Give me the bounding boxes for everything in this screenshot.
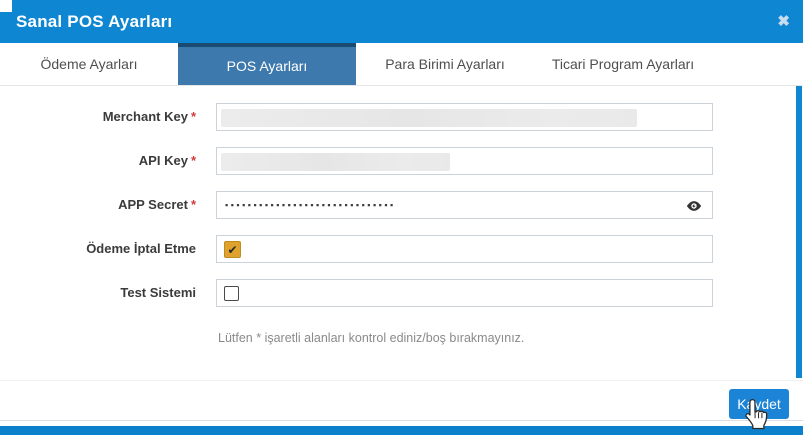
odeme-iptal-etme-label: Ödeme İptal Etme — [86, 241, 196, 256]
test-sistemi-checkbox[interactable] — [224, 286, 239, 301]
modal-header: Sanal POS Ayarları ✖ — [0, 0, 803, 43]
app-secret-row: APP Secret * ▪▪▪▪▪▪▪▪▪▪▪▪▪▪▪▪▪▪▪▪▪▪▪▪▪▪▪▪… — [0, 191, 803, 219]
check-icon: ✔ — [227, 243, 238, 257]
app-secret-label-text: APP Secret — [118, 197, 188, 212]
page-bottom-bar — [0, 426, 803, 435]
merchant-key-label-text: Merchant Key — [102, 109, 188, 124]
close-icon[interactable]: ✖ — [777, 0, 790, 43]
odeme-iptal-etme-checkbox[interactable]: ✔ — [224, 241, 241, 258]
sanal-pos-settings-modal: Sanal POS Ayarları ✖ Ödeme Ayarları POS … — [0, 0, 803, 435]
merchant-key-row: Merchant Key * — [0, 103, 803, 131]
tab-ticari-program-ayarlari[interactable]: Ticari Program Ayarları — [534, 43, 712, 85]
test-sistemi-label: Test Sistemi — [120, 285, 196, 300]
required-mark: * — [190, 153, 196, 168]
merchant-key-input[interactable] — [216, 103, 713, 131]
app-secret-label: APP Secret * — [0, 191, 196, 219]
required-mark: * — [190, 109, 196, 124]
test-sistemi-field — [216, 279, 713, 307]
form-note: Lütfen * işaretli alanları kontrol edini… — [218, 331, 525, 345]
odeme-iptal-etme-field: ✔ — [216, 235, 713, 263]
scrollbar-thumb[interactable] — [796, 86, 802, 378]
test-sistemi-row: Test Sistemi — [0, 279, 803, 307]
api-key-label: API Key * — [0, 147, 196, 175]
api-key-input[interactable] — [216, 147, 713, 175]
footer-divider — [0, 380, 803, 381]
merchant-key-label: Merchant Key * — [0, 103, 196, 131]
modal-bottom-edge — [0, 420, 803, 421]
app-secret-masked-value: ▪▪▪▪▪▪▪▪▪▪▪▪▪▪▪▪▪▪▪▪▪▪▪▪▪▪▪▪▪▪ — [225, 200, 396, 210]
eye-icon[interactable] — [685, 197, 703, 215]
odeme-iptal-etme-row: Ödeme İptal Etme ✔ — [0, 235, 803, 263]
save-button[interactable]: Kaydet — [729, 389, 789, 419]
api-key-label-text: API Key — [138, 153, 188, 168]
tab-para-birimi-ayarlari[interactable]: Para Birimi Ayarları — [356, 43, 534, 85]
tab-pos-ayarlari[interactable]: POS Ayarları — [178, 43, 356, 85]
api-key-redacted-value — [221, 153, 450, 171]
tab-odeme-ayarlari[interactable]: Ödeme Ayarları — [0, 43, 178, 85]
api-key-row: API Key * — [0, 147, 803, 175]
merchant-key-redacted-value — [221, 109, 637, 127]
modal-title: Sanal POS Ayarları — [16, 12, 173, 31]
required-mark: * — [190, 197, 196, 212]
corner-notch — [0, 0, 12, 12]
app-secret-input[interactable]: ▪▪▪▪▪▪▪▪▪▪▪▪▪▪▪▪▪▪▪▪▪▪▪▪▪▪▪▪▪▪ — [216, 191, 713, 219]
tab-bar: Ödeme Ayarları POS Ayarları Para Birimi … — [0, 43, 803, 86]
